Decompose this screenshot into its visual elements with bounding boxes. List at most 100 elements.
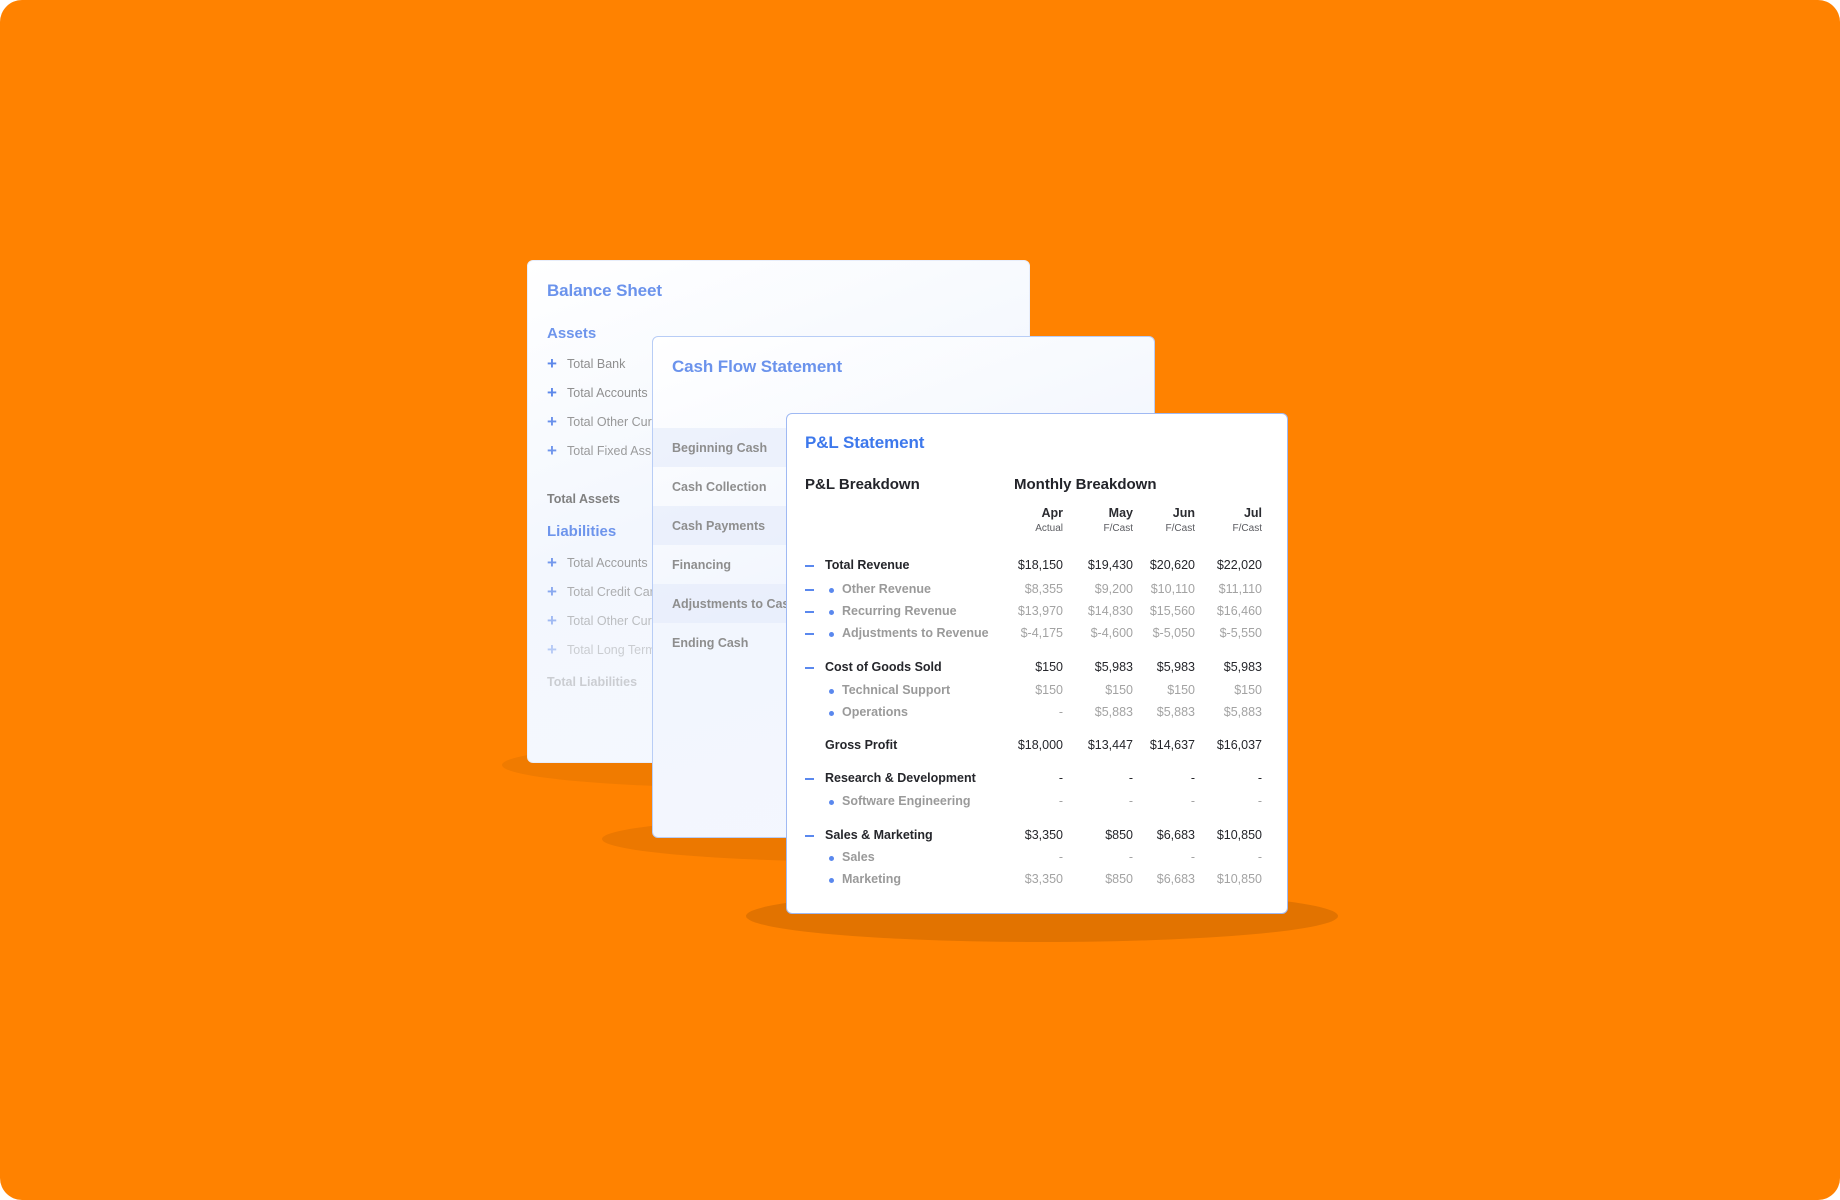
pl-cell-value: $5,883 (1223, 705, 1262, 719)
pl-row[interactable]: Sales & Marketing $3,350 $850 $6,683 $10,850 (787, 827, 1287, 845)
pl-cell-value: $16,037 (1216, 738, 1262, 752)
plus-icon[interactable]: + (547, 583, 561, 600)
pl-row-label: Technical Support (842, 683, 951, 697)
liability-item-label: Total Long Term (567, 643, 656, 657)
monthly-breakdown-heading: Monthly Breakdown (1014, 476, 1157, 493)
pl-row[interactable]: Cost of Goods Sold $150 $5,983 $5,983 $5,983 (787, 659, 1287, 677)
liability-item[interactable]: + Total Other Cur (547, 612, 652, 629)
pl-cell-value: - (1058, 850, 1063, 864)
liability-item[interactable]: + Total Accounts (547, 554, 648, 571)
pl-cell-value: - (1058, 771, 1063, 785)
collapse-minus-icon[interactable] (805, 611, 814, 613)
pl-row-label: Total Revenue (825, 558, 910, 572)
plus-icon[interactable]: + (547, 442, 561, 459)
pl-row[interactable]: Other Revenue $8,355 $9,200 $10,110 $11,110 (787, 581, 1287, 599)
pl-row[interactable]: Adjustments to Revenue $-4,175 $-4,600 $-5,… (787, 625, 1287, 643)
collapse-minus-icon[interactable] (805, 835, 814, 837)
pl-row-label: Other Revenue (842, 582, 931, 596)
collapse-minus-icon[interactable] (805, 565, 814, 567)
bullet-dot-icon (829, 632, 834, 637)
pl-row-label: Software Engineering (842, 794, 971, 808)
pl-cell-value: - (1257, 771, 1262, 785)
column-month: Apr (1041, 506, 1063, 520)
pl-cell-value: $8,355 (1024, 582, 1063, 596)
plus-icon[interactable]: + (547, 612, 561, 629)
pl-cell-value: $10,850 (1216, 872, 1262, 886)
total-assets-label: Total Assets (547, 492, 620, 506)
pl-row[interactable]: Gross Profit $18,000 $13,447 $14,637 $16,037 (787, 737, 1287, 755)
pl-cell-value: - (1257, 850, 1262, 864)
pl-cell-value: $16,460 (1216, 604, 1262, 618)
plus-icon[interactable]: + (547, 355, 561, 372)
pl-row[interactable]: Technical Support $150 $150 $150 $150 (787, 682, 1287, 700)
pl-cell-value: $-4,175 (1020, 626, 1063, 640)
pl-cell-value: - (1058, 794, 1063, 808)
plus-icon[interactable]: + (547, 413, 561, 430)
liability-item-label: Total Accounts (567, 556, 648, 570)
column-header-jun: Jun F/Cast (1125, 506, 1195, 534)
liabilities-heading: Liabilities (547, 523, 617, 540)
pl-row[interactable]: Operations - $5,883 $5,883 $5,883 (787, 704, 1287, 722)
collapse-minus-icon[interactable] (805, 778, 814, 780)
pl-row-label: Cost of Goods Sold (825, 660, 942, 674)
liability-item-label: Total Other Cur (567, 614, 652, 628)
pl-cell-value: $18,000 (1017, 738, 1063, 752)
collapse-minus-icon[interactable] (805, 667, 814, 669)
plus-icon[interactable]: + (547, 554, 561, 571)
pl-row[interactable]: Total Revenue $18,150 $19,430 $20,620 $22,02… (787, 557, 1287, 575)
pl-row-label: Operations (842, 705, 908, 719)
pl-row-label: Sales & Marketing (825, 828, 933, 842)
column-type: F/Cast (1103, 523, 1133, 534)
pl-card: P&L Statement P&L Breakdown Monthly Brea… (786, 413, 1288, 914)
pl-cell-value: $13,970 (1017, 604, 1063, 618)
pl-cell-value: - (1058, 705, 1063, 719)
bullet-dot-icon (829, 588, 834, 593)
bullet-dot-icon (829, 878, 834, 883)
bullet-dot-icon (829, 610, 834, 615)
bullet-dot-icon (829, 800, 834, 805)
column-month: May (1108, 506, 1133, 520)
pl-cell-value: $11,110 (1218, 582, 1262, 596)
pl-cell-value: - (1257, 794, 1262, 808)
pl-cell-value: $10,850 (1216, 828, 1262, 842)
pl-row-label: Sales (842, 850, 875, 864)
pl-row[interactable]: Sales - - - - (787, 849, 1287, 867)
pl-row[interactable]: Software Engineering - - - - (787, 793, 1287, 811)
plus-icon[interactable]: + (547, 641, 561, 658)
asset-item-label: Total Fixed Ass (567, 444, 652, 458)
liability-item[interactable]: + Total Long Term (547, 641, 656, 658)
asset-item[interactable]: + Total Other Cur (547, 413, 652, 430)
cash-flow-title: Cash Flow Statement (672, 357, 843, 376)
bullet-dot-icon (829, 689, 834, 694)
column-type: Actual (1035, 523, 1063, 534)
liability-item[interactable]: + Total Credit Car (547, 583, 654, 600)
pl-cell-value: $150 (1035, 660, 1063, 674)
asset-item[interactable]: + Total Accounts (547, 384, 648, 401)
column-month: Jun (1172, 506, 1195, 520)
column-header-apr: Apr Actual (993, 506, 1063, 534)
pl-row[interactable]: Recurring Revenue $13,970 $14,830 $15,560 $1… (787, 603, 1287, 621)
bullet-dot-icon (829, 711, 834, 716)
pl-row-label: Recurring Revenue (842, 604, 957, 618)
pl-breakdown-heading: P&L Breakdown (805, 476, 920, 493)
pl-row-label: Adjustments to Revenue (842, 626, 989, 640)
asset-item-label: Total Other Cur (567, 415, 652, 429)
background-stage: Balance Sheet Assets + Total Bank + Tota… (0, 0, 1840, 1200)
column-type: F/Cast (1232, 523, 1262, 534)
total-liabilities-label: Total Liabilities (547, 675, 638, 689)
pl-row[interactable]: Research & Development - - - - (787, 770, 1287, 788)
collapse-minus-icon[interactable] (805, 633, 814, 635)
column-header-jul: Jul F/Cast (1192, 506, 1262, 534)
pl-cell-value: $-5,550 (1219, 626, 1262, 640)
plus-icon[interactable]: + (547, 384, 561, 401)
pl-row[interactable]: Marketing $3,350 $850 $6,683 $10,850 (787, 871, 1287, 889)
pl-row-label: Gross Profit (825, 738, 898, 752)
column-header-may: May F/Cast (1063, 506, 1133, 534)
pl-cell-value: $150 (1234, 683, 1262, 697)
pl-cell-value: $22,020 (1216, 558, 1262, 572)
collapse-minus-icon[interactable] (805, 589, 814, 591)
asset-item[interactable]: + Total Bank (547, 355, 625, 372)
pl-row-label: Marketing (842, 872, 902, 886)
asset-item[interactable]: + Total Fixed Ass (547, 442, 652, 459)
pl-cell-value: $3,350 (1024, 872, 1063, 886)
